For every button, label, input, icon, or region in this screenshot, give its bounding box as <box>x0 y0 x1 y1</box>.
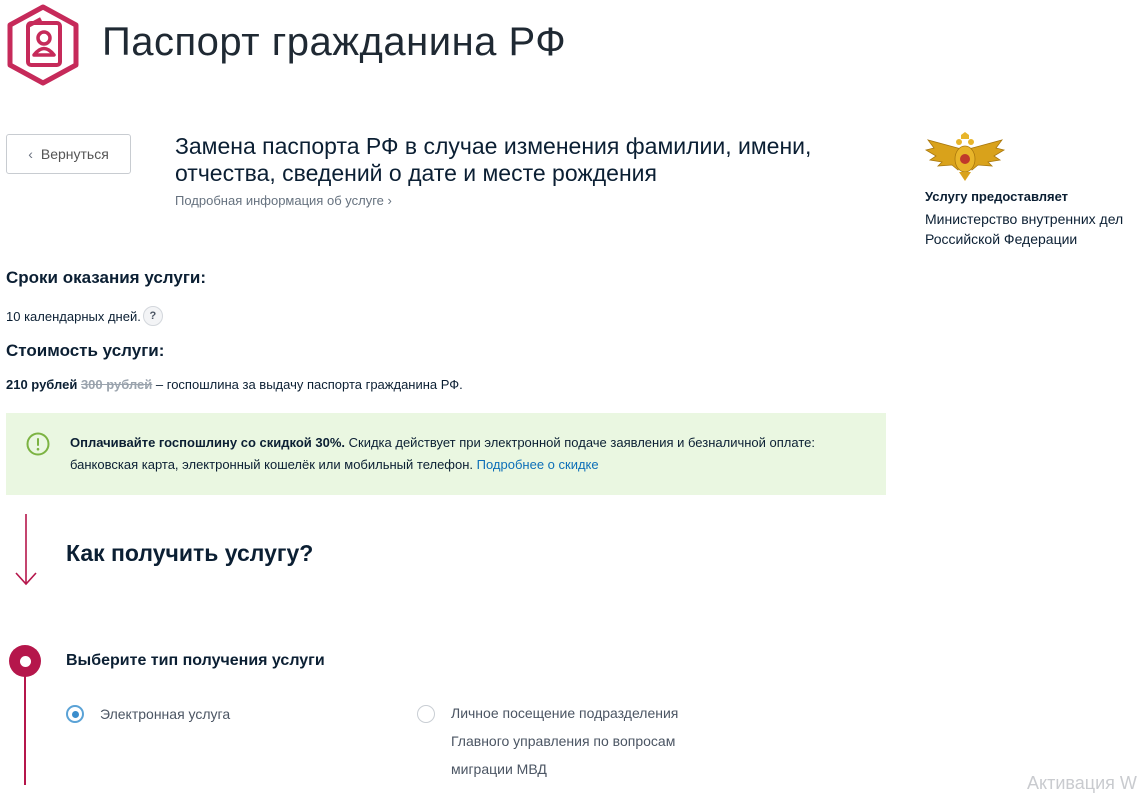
service-title: Замена паспорта РФ в случае изменения фа… <box>175 133 812 186</box>
discount-text: Оплачивайте госпошлину со скидкой 30%. С… <box>70 432 860 476</box>
discount-bold: Оплачивайте госпошлину со скидкой 30%. <box>70 435 346 450</box>
cost-line: 210 рублей 300 рублей – госпошлина за вы… <box>6 377 463 392</box>
terms-row: 10 календарных дней. ? <box>6 306 163 326</box>
chevron-left-icon: ‹ <box>28 146 33 162</box>
passport-logo-icon <box>6 4 80 86</box>
discount-more-link[interactable]: Подробнее о скидке <box>477 457 599 472</box>
provider-label: Услугу предоставляет <box>925 189 1069 204</box>
provider-name: Министерство внутренних дел Российской Ф… <box>925 211 1124 247</box>
mvd-emblem-icon <box>924 132 1006 182</box>
radio-personal-visit[interactable] <box>417 705 435 723</box>
radio-personal-visit-label[interactable]: Личное посещение подразделения Главного … <box>451 699 721 783</box>
page-title: Паспорт гражданина РФ <box>102 20 567 64</box>
step-line <box>24 672 26 785</box>
arrow-down-icon <box>12 514 40 586</box>
back-button[interactable]: ‹ Вернуться <box>6 134 131 174</box>
radio-electronic[interactable] <box>66 705 84 723</box>
terms-value: 10 календарных дней. <box>6 308 141 324</box>
new-price: 210 рублей <box>6 377 78 392</box>
service-info-link[interactable]: Подробная информация об услуге › <box>175 193 392 208</box>
step-marker-icon <box>9 645 41 677</box>
terms-heading: Сроки оказания услуги: <box>6 268 207 287</box>
discount-banner: Оплачивайте госпошлину со скидкой 30%. С… <box>6 413 886 495</box>
how-heading: Как получить услугу? <box>66 540 314 566</box>
back-button-label: Вернуться <box>40 146 109 162</box>
cost-description: – госпошлина за выдачу паспорта граждани… <box>152 377 463 392</box>
old-price: 300 рублей <box>80 377 153 392</box>
help-icon[interactable]: ? <box>142 306 163 326</box>
radio-electronic-label[interactable]: Электронная услуга <box>100 706 230 722</box>
step-heading: Выберите тип получения услуги <box>66 652 325 669</box>
cost-heading: Стоимость услуги: <box>6 341 165 360</box>
exclamation-circle-icon <box>26 432 50 456</box>
activation-watermark: Активация W <box>1027 773 1137 793</box>
